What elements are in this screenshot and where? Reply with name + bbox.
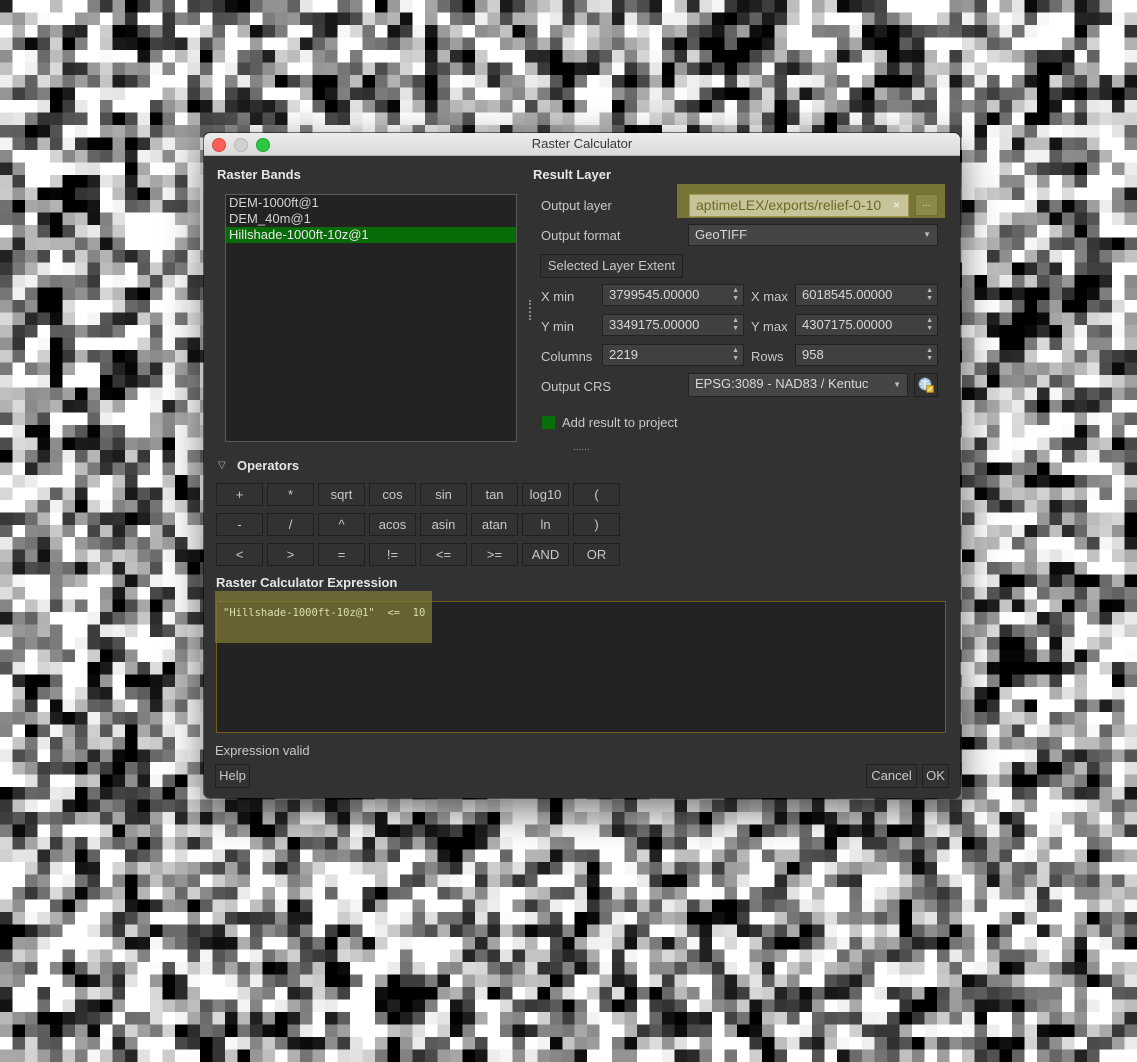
minimize-window-button[interactable]	[234, 138, 248, 152]
raster-bands-heading: Raster Bands	[217, 167, 301, 182]
operator-button[interactable]: =	[318, 543, 365, 566]
xmax-spinbox[interactable]: 6018545.00000 ▲ ▼	[795, 284, 938, 306]
ymin-spinbox[interactable]: 3349175.00000 ▲ ▼	[602, 314, 744, 336]
raster-calculator-dialog: Raster Calculator Raster Bands DEM-1000f…	[204, 133, 960, 798]
spin-arrows-icon[interactable]: ▲ ▼	[926, 347, 933, 363]
output-crs-label: Output CRS	[541, 379, 612, 394]
operator-button[interactable]: <=	[420, 543, 467, 566]
output-format-label: Output format	[541, 228, 621, 243]
ymin-label: Y min	[541, 319, 574, 334]
rows-spinbox[interactable]: 958 ▲ ▼	[795, 344, 938, 366]
collapse-triangle-icon[interactable]: ▽	[218, 460, 226, 471]
output-layer-label: Output layer	[541, 198, 612, 213]
expression-heading: Raster Calculator Expression	[216, 575, 398, 590]
zoom-window-button[interactable]	[256, 138, 270, 152]
ymin-value: 3349175.00000	[609, 317, 700, 332]
operator-button[interactable]: !=	[369, 543, 416, 566]
help-button[interactable]: Help	[215, 764, 250, 788]
operator-button[interactable]: >	[267, 543, 314, 566]
spin-arrows-icon[interactable]: ▲ ▼	[732, 317, 739, 333]
operator-button[interactable]: atan	[471, 513, 518, 536]
raster-band-item-selected[interactable]: Hillshade-1000ft-10z@1	[226, 227, 516, 243]
ok-button[interactable]: OK	[922, 764, 949, 788]
xmin-value: 3799545.00000	[609, 287, 700, 302]
splitter-handle-horizontal[interactable]: ......	[573, 442, 590, 453]
ymax-label: Y max	[751, 319, 788, 334]
xmax-label: X max	[751, 289, 788, 304]
operator-button[interactable]: OR	[573, 543, 620, 566]
spin-arrows-icon[interactable]: ▲ ▼	[926, 287, 933, 303]
raster-band-item[interactable]: DEM-1000ft@1	[226, 195, 516, 211]
operator-button[interactable]: acos	[369, 513, 416, 536]
columns-spinbox[interactable]: 2219 ▲ ▼	[602, 344, 744, 366]
operator-button[interactable]: -	[216, 513, 263, 536]
operator-button[interactable]: log10	[522, 483, 569, 506]
xmin-spinbox[interactable]: 3799545.00000 ▲ ▼	[602, 284, 744, 306]
add-result-checkbox[interactable]	[542, 416, 555, 429]
expression-text: "Hillshade-1000ft-10z@1" <= 10	[223, 607, 426, 619]
operator-button[interactable]: *	[267, 483, 314, 506]
rows-value: 958	[802, 347, 824, 362]
spin-arrows-icon[interactable]: ▲ ▼	[926, 317, 933, 333]
columns-label: Columns	[541, 349, 593, 364]
splitter-handle-vertical[interactable]	[529, 300, 533, 320]
window-title: Raster Calculator	[531, 136, 633, 151]
rows-label: Rows	[751, 349, 784, 364]
selected-layer-extent-button[interactable]: Selected Layer Extent	[540, 254, 683, 278]
operator-button[interactable]: sqrt	[318, 483, 365, 506]
chevron-down-icon: ▼	[893, 380, 901, 389]
raster-band-item[interactable]: DEM_40m@1	[226, 211, 516, 227]
columns-value: 2219	[609, 347, 638, 362]
operator-button[interactable]: ^	[318, 513, 365, 536]
browse-output-button[interactable]: ...	[915, 194, 938, 216]
expression-status: Expression valid	[215, 743, 310, 758]
output-format-combo[interactable]: GeoTIFF ▼	[688, 224, 938, 246]
output-crs-combo[interactable]: EPSG:3089 - NAD83 / Kentuc ▼	[688, 373, 908, 397]
output-crs-value: EPSG:3089 - NAD83 / Kentuc	[695, 376, 869, 391]
spin-arrows-icon[interactable]: ▲ ▼	[732, 287, 739, 303]
operators-heading: Operators	[237, 458, 300, 473]
output-layer-input[interactable]: aptimeLEX/exports/relief-0-10 ×	[689, 194, 909, 217]
operator-button[interactable]: /	[267, 513, 314, 536]
operator-button[interactable]: (	[573, 483, 620, 506]
title-bar[interactable]: Raster Calculator	[204, 133, 960, 156]
output-layer-value: aptimeLEX/exports/relief-0-10	[696, 197, 882, 213]
ymax-value: 4307175.00000	[802, 317, 893, 332]
xmin-label: X min	[541, 289, 575, 304]
ymax-spinbox[interactable]: 4307175.00000 ▲ ▼	[795, 314, 938, 336]
operator-button[interactable]: AND	[522, 543, 569, 566]
operator-button[interactable]: +	[216, 483, 263, 506]
cancel-button[interactable]: Cancel	[866, 764, 917, 788]
operator-button[interactable]: >=	[471, 543, 518, 566]
operator-button[interactable]: tan	[471, 483, 518, 506]
result-layer-heading: Result Layer	[533, 167, 612, 182]
raster-bands-list[interactable]: DEM-1000ft@1 DEM_40m@1 Hillshade-1000ft-…	[225, 194, 517, 442]
add-result-label: Add result to project	[562, 415, 678, 430]
operator-button[interactable]: sin	[420, 483, 467, 506]
spin-arrows-icon[interactable]: ▲ ▼	[732, 347, 739, 363]
operator-button[interactable]: asin	[420, 513, 467, 536]
crs-globe-icon	[918, 377, 934, 393]
operator-button[interactable]: <	[216, 543, 263, 566]
output-format-value: GeoTIFF	[695, 227, 748, 242]
operator-button[interactable]: ln	[522, 513, 569, 536]
xmax-value: 6018545.00000	[802, 287, 893, 302]
operator-button[interactable]: cos	[369, 483, 416, 506]
chevron-down-icon: ▼	[923, 230, 931, 239]
operator-button[interactable]: )	[573, 513, 620, 536]
select-crs-button[interactable]	[914, 373, 938, 397]
clear-icon[interactable]: ×	[893, 195, 900, 215]
close-window-button[interactable]	[212, 138, 226, 152]
